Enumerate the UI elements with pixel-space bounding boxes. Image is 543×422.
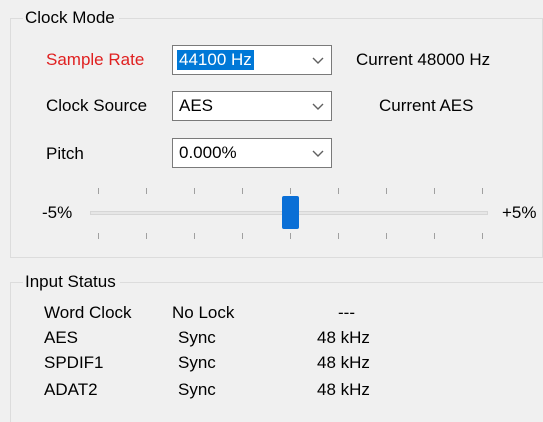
clock-source-dropdown[interactable]: AES	[172, 91, 332, 121]
sample-rate-label: Sample Rate	[46, 50, 145, 69]
slider-tick	[482, 233, 483, 239]
input-name: ADAT2	[44, 380, 98, 399]
slider-tick	[98, 233, 99, 239]
slider-tick	[386, 188, 387, 194]
slider-tick	[434, 188, 435, 194]
chevron-down-icon	[312, 57, 324, 64]
sample-rate-value: 44100 Hz	[177, 50, 254, 70]
pitch-value: 0.000%	[179, 143, 237, 162]
input-status: Sync	[178, 328, 216, 347]
input-rate: ---	[338, 303, 355, 322]
clock-source-value: AES	[179, 96, 214, 115]
slider-max-label: +5%	[502, 203, 537, 222]
slider-tick	[194, 233, 195, 239]
clock-source-current: Current AES	[379, 96, 474, 115]
input-name: SPDIF1	[44, 353, 104, 372]
slider-tick	[290, 233, 291, 239]
pitch-label: Pitch	[46, 144, 84, 163]
input-status-title: Input Status	[23, 272, 120, 292]
slider-tick	[146, 188, 147, 194]
slider-tick	[386, 233, 387, 239]
chevron-down-icon	[312, 103, 324, 110]
slider-tick	[242, 188, 243, 194]
input-status: Sync	[178, 380, 216, 399]
input-rate: 48 kHz	[317, 328, 370, 347]
slider-tick	[242, 233, 243, 239]
slider-tick	[482, 188, 483, 194]
input-rate: 48 kHz	[317, 380, 370, 399]
clock-mode-title: Clock Mode	[23, 8, 119, 28]
input-rate: 48 kHz	[317, 353, 370, 372]
input-status: Sync	[178, 353, 216, 372]
slider-tick	[338, 233, 339, 239]
slider-tick	[290, 188, 291, 194]
slider-tick	[434, 233, 435, 239]
slider-tick	[146, 233, 147, 239]
input-name: Word Clock	[44, 303, 132, 322]
slider-tick	[194, 188, 195, 194]
sample-rate-dropdown[interactable]: 44100 Hz	[172, 45, 332, 75]
input-name: AES	[44, 328, 79, 347]
sample-rate-current: Current 48000 Hz	[356, 50, 491, 69]
pitch-slider-thumb[interactable]	[282, 196, 299, 229]
chevron-down-icon	[312, 150, 324, 157]
slider-min-label: -5%	[42, 203, 73, 222]
slider-tick	[338, 188, 339, 194]
pitch-dropdown[interactable]: 0.000%	[172, 138, 332, 168]
clock-source-label: Clock Source	[46, 96, 148, 115]
input-status: No Lock	[172, 303, 235, 322]
slider-tick	[98, 188, 99, 194]
